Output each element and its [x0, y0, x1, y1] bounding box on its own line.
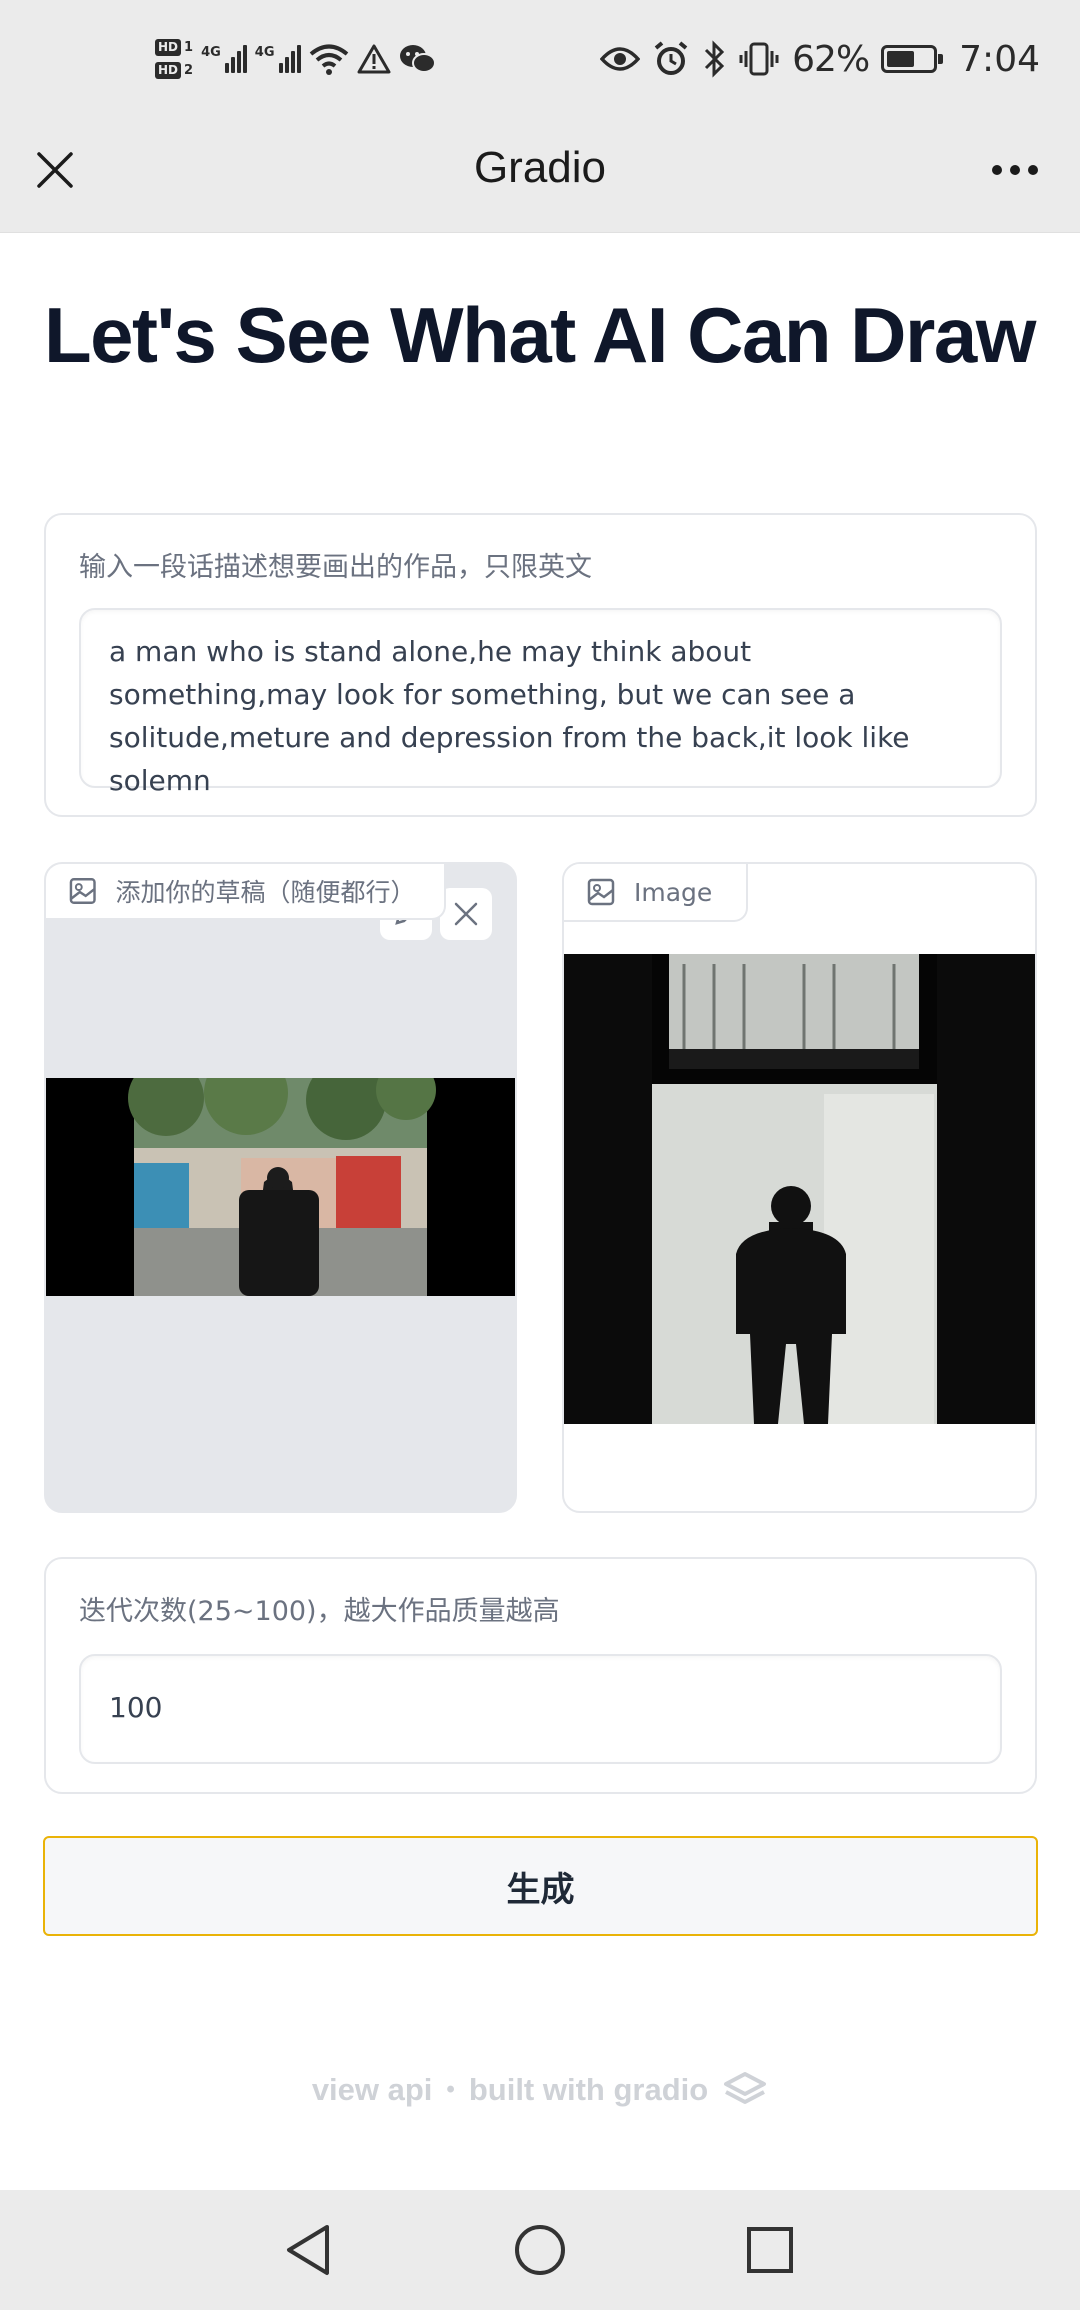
sim-hd-icon: HD 1 HD 2 — [155, 39, 193, 79]
status-bar: HD 1 HD 2 4G 4G 62% 7:04 — [0, 0, 1080, 125]
view-api-link[interactable]: view api — [312, 2072, 433, 2108]
bluetooth-icon — [705, 40, 725, 78]
more-horizontal-icon — [1010, 165, 1020, 175]
gradio-logo-icon — [724, 2072, 767, 2104]
sim1-label: 1 — [184, 40, 194, 55]
warning-icon — [357, 44, 390, 74]
app-title: Gradio — [473, 143, 607, 192]
app-title-bar: Gradio — [0, 125, 1080, 233]
signal-icon: 4G — [201, 45, 247, 73]
battery-icon — [881, 45, 944, 73]
system-nav-bar — [0, 2190, 1080, 2310]
steps-block: 迭代次数(25~100)，越大作品质量越高 100 — [44, 1557, 1037, 1794]
recents-square-icon — [747, 2227, 793, 2273]
footer: view api • built with gradio — [0, 2070, 1080, 2110]
output-image — [564, 954, 1035, 1424]
prompt-block: 输入一段话描述想要画出的作品，只限英文 a man who is stand a… — [44, 513, 1037, 817]
built-with-gradio-link[interactable]: built with gradio — [469, 2072, 708, 2108]
footer-separator: • — [446, 2076, 455, 2103]
output-label: Image — [634, 877, 713, 907]
steps-input[interactable]: 100 — [79, 1654, 1002, 1764]
output-label-tab: Image — [564, 864, 749, 922]
steps-label: 迭代次数(25~100)，越大作品质量越高 — [79, 1596, 560, 1627]
net-label: 4G — [201, 45, 221, 60]
more-horizontal-icon — [992, 165, 1002, 175]
sim2-label: 2 — [184, 63, 194, 78]
image-icon — [587, 878, 615, 906]
eye-icon — [600, 47, 641, 71]
sketch-image-upload[interactable]: 添加你的草稿（随便都行） — [44, 862, 517, 1513]
clock: 7:04 — [959, 38, 1040, 80]
generate-button[interactable]: 生成 — [43, 1836, 1038, 1936]
hd-badge: HD — [155, 62, 182, 79]
more-horizontal-icon — [1028, 165, 1038, 175]
vibrate-icon — [739, 42, 779, 76]
status-left-icons: HD 1 HD 2 4G 4G — [155, 28, 437, 90]
more-options-button[interactable] — [980, 145, 1050, 195]
sketch-label: 添加你的草稿（随便都行） — [115, 878, 416, 907]
nav-recents-button[interactable] — [740, 2220, 800, 2280]
prompt-textarea[interactable]: a man who is stand alone,he may think ab… — [79, 608, 1002, 797]
nav-back-button[interactable] — [278, 2220, 338, 2280]
clear-image-button[interactable] — [440, 888, 492, 940]
output-image-panel: Image — [562, 862, 1037, 1513]
alarm-icon — [654, 41, 688, 75]
wifi-icon — [309, 44, 348, 75]
image-icon — [69, 877, 96, 905]
signal-icon: 4G — [255, 45, 301, 73]
home-circle-icon — [515, 2225, 565, 2275]
prompt-label: 输入一段话描述想要画出的作品，只限英文 — [79, 552, 592, 583]
sketch-image — [46, 1078, 515, 1296]
wechat-icon — [399, 45, 436, 73]
close-icon — [454, 902, 478, 926]
hd-badge: HD — [155, 39, 182, 56]
battery-percent: 62% — [792, 38, 870, 80]
sketch-label-tab: 添加你的草稿（随便都行） — [46, 864, 446, 920]
status-right-icons: 62% 7:04 — [600, 28, 1040, 90]
back-triangle-icon — [287, 2225, 329, 2275]
net-label: 4G — [254, 45, 275, 60]
nav-home-button[interactable] — [510, 2220, 570, 2280]
page-title: Let's See What AI Can Draw — [44, 291, 1036, 379]
